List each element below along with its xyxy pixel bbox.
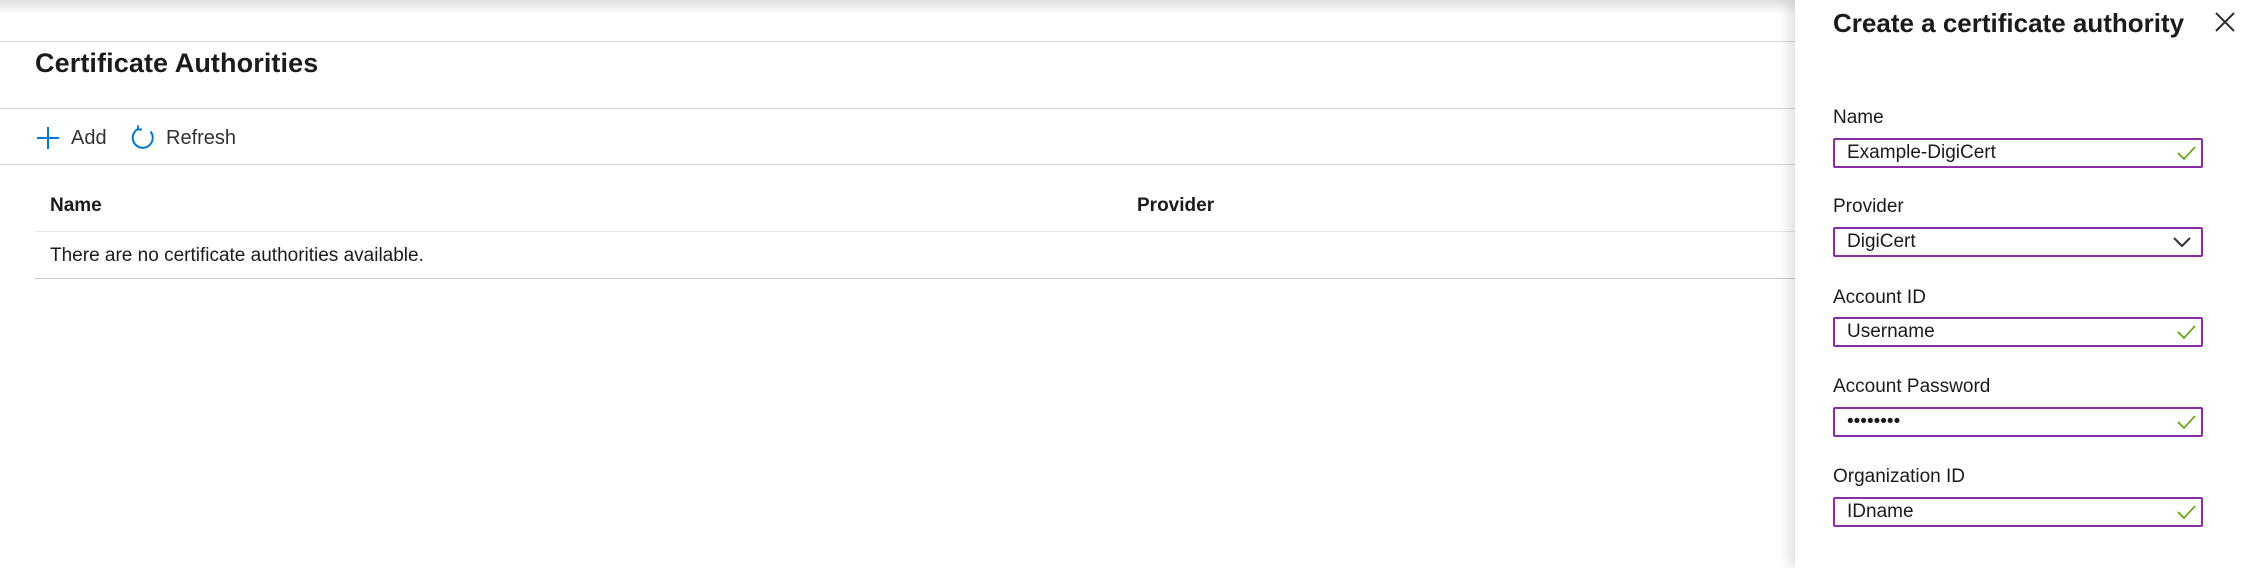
organization-id-label: Organization ID — [1833, 466, 1966, 487]
add-button[interactable]: Add — [35, 123, 107, 153]
refresh-button[interactable]: Refresh — [130, 123, 236, 153]
top-shadow — [0, 0, 1795, 14]
checkmark-icon — [2175, 321, 2197, 343]
refresh-icon — [130, 125, 156, 151]
organization-id-value: IDname — [1847, 501, 1914, 522]
divider — [0, 41, 1795, 42]
account-id-value: Username — [1847, 321, 1935, 342]
plus-icon — [35, 125, 61, 151]
name-value: Example-DigiCert — [1847, 142, 1996, 163]
panel-title: Create a certificate authority — [1833, 8, 2185, 38]
provider-value: DigiCert — [1847, 231, 1916, 252]
name-label: Name — [1833, 107, 1884, 128]
account-password-field[interactable]: •••••••• — [1833, 407, 2203, 437]
organization-id-field[interactable]: IDname — [1833, 497, 2203, 527]
divider — [0, 108, 1795, 109]
page-title: Certificate Authorities — [35, 48, 319, 78]
header-divider — [35, 231, 1795, 232]
checkmark-icon — [2175, 411, 2197, 433]
empty-table-message: There are no certificate authorities ava… — [50, 245, 424, 266]
provider-label: Provider — [1833, 196, 1904, 217]
table-bottom-border — [35, 278, 1795, 279]
account-password-value: •••••••• — [1847, 411, 1901, 432]
chevron-down-icon — [2171, 231, 2193, 253]
add-button-label: Add — [71, 126, 107, 149]
account-id-label: Account ID — [1833, 287, 1926, 308]
checkmark-icon — [2175, 501, 2197, 523]
account-id-field[interactable]: Username — [1833, 317, 2203, 347]
account-password-label: Account Password — [1833, 376, 1991, 397]
provider-dropdown[interactable]: DigiCert — [1833, 227, 2203, 257]
refresh-button-label: Refresh — [166, 126, 237, 149]
checkmark-icon — [2175, 142, 2197, 164]
create-certificate-authority-panel: Create a certificate authority Name Exam… — [1795, 0, 2245, 568]
divider — [0, 164, 1795, 165]
column-header-name[interactable]: Name — [50, 195, 102, 217]
name-field[interactable]: Example-DigiCert — [1833, 138, 2203, 168]
close-icon — [2213, 12, 2237, 38]
column-header-provider[interactable]: Provider — [1137, 195, 1214, 217]
close-button[interactable] — [2213, 10, 2237, 34]
